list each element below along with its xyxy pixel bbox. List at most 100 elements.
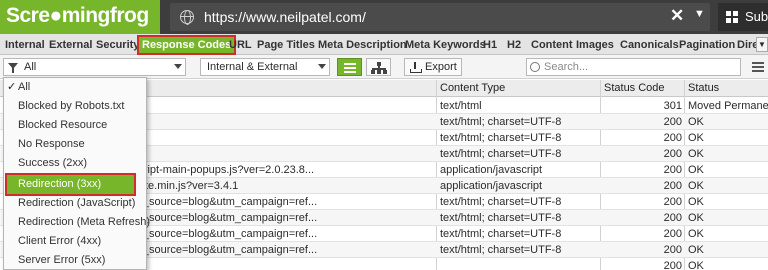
cell-status: OK <box>688 148 704 160</box>
settings-line <box>752 62 764 64</box>
list-icon-line <box>344 67 356 69</box>
cell-status: OK <box>688 132 704 144</box>
menu-item-blocked-by-robots[interactable]: Blocked by Robots.txt <box>4 97 146 116</box>
cell-status-code: 200 <box>663 196 682 208</box>
tab-security[interactable]: Security <box>93 37 142 53</box>
submit-label: Sub <box>745 9 768 24</box>
cell-content-type: text/html; charset=UTF-8 <box>440 244 562 256</box>
tree-view-button[interactable] <box>366 58 391 76</box>
menu-item-blocked-resource[interactable]: Blocked Resource <box>4 116 146 135</box>
tree-icon-leaf <box>377 70 381 74</box>
tab-images[interactable]: Images <box>573 37 617 53</box>
menu-item-all[interactable]: ✓ All <box>4 78 146 97</box>
column-header-status-code[interactable]: Status Code <box>604 82 665 94</box>
cell-content-type: application/javascript <box>440 180 543 192</box>
menu-item-client-error-4xx[interactable]: Client Error (4xx) <box>4 232 146 251</box>
scope-value: Internal & External <box>207 61 298 73</box>
column-header-status[interactable]: Status <box>688 82 719 94</box>
filter-value: All <box>24 61 37 73</box>
cell-status: OK <box>688 228 704 240</box>
cell-content-type: text/html; charset=UTF-8 <box>440 196 562 208</box>
tab-content[interactable]: Content <box>528 37 576 53</box>
cell-status-code: 301 <box>663 100 682 112</box>
tab-pagination[interactable]: Pagination <box>676 37 738 53</box>
tab-page-titles[interactable]: Page Titles <box>254 37 318 53</box>
cell-status: OK <box>688 260 704 270</box>
chevron-down-icon <box>318 64 326 69</box>
cell-status: OK <box>688 244 704 256</box>
menu-item-redirection-3xx[interactable]: Redirection (3xx) <box>5 173 136 196</box>
cell-status-code: 200 <box>663 164 682 176</box>
tab-canonicals[interactable]: Canonicals <box>617 37 682 53</box>
settings-line <box>752 70 764 72</box>
list-icon-line <box>344 71 356 73</box>
list-icon <box>344 63 356 65</box>
filter-funnel-icon <box>8 63 18 73</box>
toolbar: All Internal & External Export <box>0 55 768 79</box>
cell-status: OK <box>688 196 704 208</box>
cell-status-code: 200 <box>663 212 682 224</box>
tree-icon-leaf <box>383 70 387 74</box>
globe-icon <box>180 10 194 25</box>
url-history-dropdown-icon[interactable]: ▼ <box>694 8 705 20</box>
export-label: Export <box>425 61 457 73</box>
scope-select[interactable]: Internal & External <box>200 58 330 76</box>
search-icon <box>530 62 540 72</box>
tab-h2[interactable]: H2 <box>504 37 524 53</box>
checkmark-icon: ✓ <box>7 81 17 93</box>
cell-status: OK <box>688 116 704 128</box>
chevron-down-icon <box>174 64 182 69</box>
filter-dropdown-menu: ✓ All Blocked by Robots.txt Blocked Reso… <box>3 77 150 270</box>
cell-status: OK <box>688 180 704 192</box>
cell-content-type: text/html <box>440 100 482 112</box>
filter-settings-icon[interactable] <box>752 61 764 73</box>
menu-item-label: All <box>18 81 31 93</box>
tab-internal[interactable]: Internal <box>2 37 48 53</box>
cell-status-code: 200 <box>663 132 682 144</box>
tab-meta-keywords[interactable]: Meta Keywords <box>402 37 489 53</box>
url-bar[interactable]: https://www.neilpatel.com/ ✕ ▼ <box>170 3 710 31</box>
list-view-button[interactable] <box>337 58 362 76</box>
url-input[interactable]: https://www.neilpatel.com/ <box>204 9 366 25</box>
tab-h1[interactable]: H1 <box>480 37 500 53</box>
top-bar: Scre●mingfrog https://www.neilpatel.com/… <box>0 0 768 34</box>
cell-status-code: 200 <box>663 228 682 240</box>
menu-item-server-error-5xx[interactable]: Server Error (5xx) <box>4 251 146 270</box>
tab-overflow-chevron-icon[interactable]: ▼ <box>756 37 768 52</box>
submit-icon <box>726 11 738 23</box>
tab-bar: Internal External Security Response Code… <box>0 34 768 55</box>
screaming-frog-logo: Scre●mingfrog <box>0 0 160 34</box>
tree-icon-leaf <box>371 70 375 74</box>
cell-status: Moved Permanently <box>688 100 768 112</box>
cell-content-type: text/html; charset=UTF-8 <box>440 132 562 144</box>
search-input[interactable] <box>526 58 741 76</box>
export-button[interactable]: Export <box>404 58 462 76</box>
menu-item-redirection-meta-refresh[interactable]: Redirection (Meta Refresh) <box>4 213 150 232</box>
submit-button[interactable]: Sub <box>718 3 768 31</box>
cell-status-code: 200 <box>663 180 682 192</box>
tab-directives[interactable]: Dire <box>734 37 756 53</box>
cell-status-code: 200 <box>663 244 682 256</box>
tab-meta-description[interactable]: Meta Description <box>315 37 410 53</box>
menu-item-success-2xx[interactable]: Success (2xx) <box>4 154 146 173</box>
cell-content-type: text/html; charset=UTF-8 <box>440 228 562 240</box>
clear-url-icon[interactable]: ✕ <box>670 6 684 26</box>
logo-text: Scre●mingfrog <box>6 4 149 27</box>
tab-url[interactable]: URL <box>226 37 255 53</box>
cell-content-type: text/html; charset=UTF-8 <box>440 148 562 160</box>
cell-status: OK <box>688 164 704 176</box>
settings-line <box>752 66 764 68</box>
cell-status: OK <box>688 212 704 224</box>
cell-content-type: application/javascript <box>440 164 543 176</box>
filter-select[interactable]: All <box>3 58 186 76</box>
menu-item-no-response[interactable]: No Response <box>4 135 146 154</box>
column-header-content-type[interactable]: Content Type <box>440 82 505 94</box>
cell-status-code: 200 <box>663 260 682 270</box>
cell-content-type: text/html; charset=UTF-8 <box>440 212 562 224</box>
cell-content-type: text/html; charset=UTF-8 <box>440 116 562 128</box>
tab-external[interactable]: External <box>46 37 95 53</box>
cell-status-code: 200 <box>663 148 682 160</box>
upload-icon <box>410 62 422 73</box>
menu-item-redirection-javascript[interactable]: Redirection (JavaScript) <box>4 194 146 213</box>
tab-response-codes[interactable]: Response Codes <box>136 35 237 55</box>
